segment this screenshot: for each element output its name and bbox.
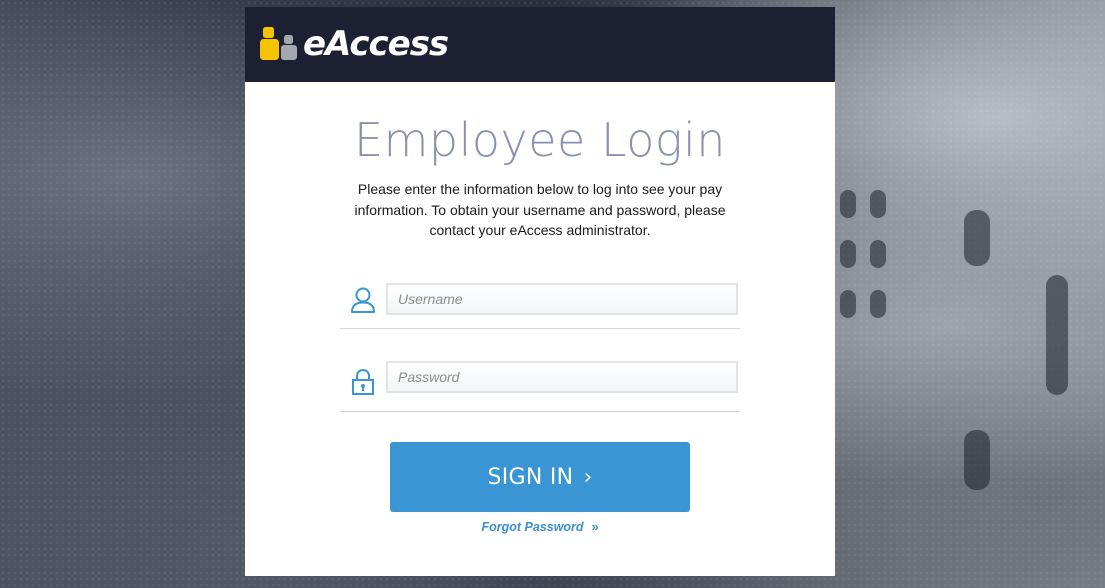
password-input[interactable]	[386, 361, 738, 393]
page-title: Employee Login	[354, 113, 726, 167]
chevron-right-icon: ›	[583, 464, 593, 490]
login-description: Please enter the information below to lo…	[354, 181, 726, 238]
logo-text: eAccess	[303, 24, 449, 64]
username-row	[340, 281, 740, 329]
people-icon	[259, 26, 301, 62]
password-row	[340, 360, 740, 412]
username-input[interactable]	[386, 283, 738, 315]
sign-in-label: SIGN IN	[487, 464, 574, 490]
lock-icon	[350, 368, 376, 396]
card-header: eAccess	[245, 7, 835, 82]
user-icon	[350, 286, 376, 314]
forgot-password-link[interactable]: Forgot Password »	[245, 520, 835, 534]
forgot-password-label: Forgot Password	[481, 520, 584, 534]
double-chevron-right-icon: »	[591, 520, 599, 534]
login-card: eAccess Employee Login Please enter the …	[245, 7, 835, 576]
eaccess-logo: eAccess	[259, 24, 449, 64]
sign-in-button[interactable]: SIGN IN ›	[390, 442, 690, 512]
background-machine	[836, 150, 1105, 570]
